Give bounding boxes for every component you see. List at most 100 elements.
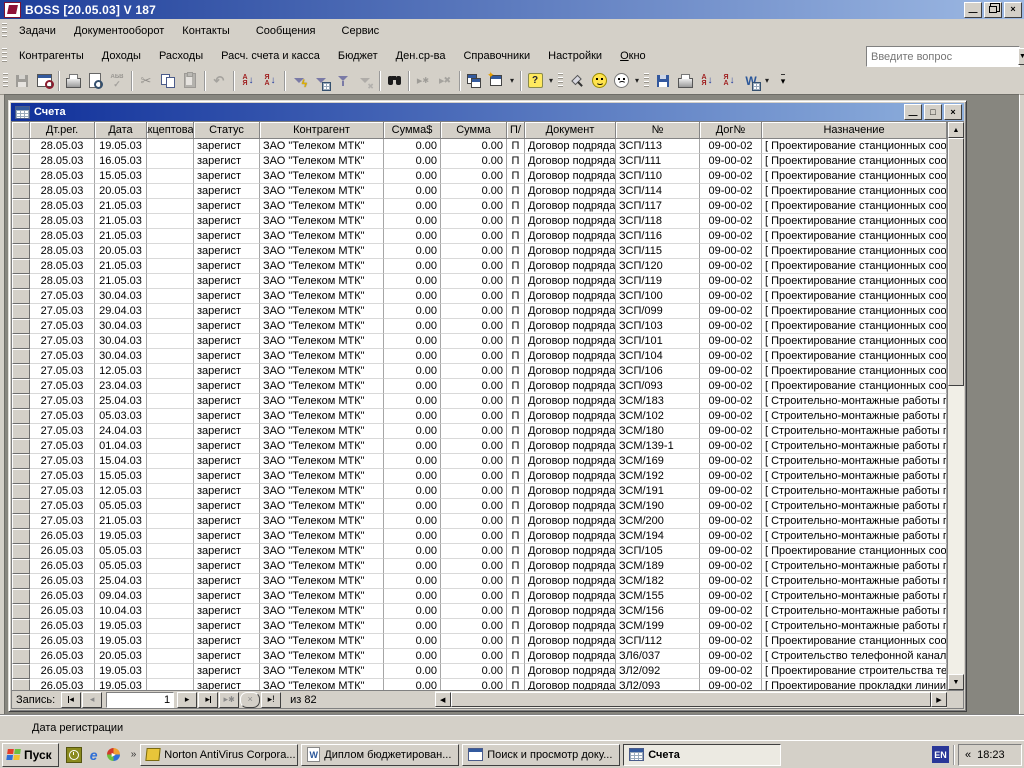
next-record-button[interactable]: ▸ xyxy=(177,692,197,708)
menu-item-2[interactable]: Доходы xyxy=(93,47,150,65)
table-row[interactable]: 28.05.0320.05.03зарегистЗАО "Телеком МТК… xyxy=(12,244,947,259)
filter-button[interactable] xyxy=(332,70,354,92)
tray-collapse-icon[interactable]: « xyxy=(965,749,971,761)
row-selector[interactable] xyxy=(12,574,30,589)
smiley-sad-button[interactable] xyxy=(610,70,632,92)
table-row[interactable]: 28.05.0321.05.03зарегистЗАО "Телеком МТК… xyxy=(12,274,947,289)
table-row[interactable]: 27.05.0305.05.03зарегистЗАО "Телеком МТК… xyxy=(12,499,947,514)
database-window-button[interactable] xyxy=(463,70,485,92)
vertical-scrollbar[interactable]: ▲ ▼ xyxy=(947,122,964,690)
save-secondary-button[interactable] xyxy=(652,70,674,92)
horizontal-scrollbar[interactable]: ◀ ▶ xyxy=(435,691,947,708)
toolbar-gripper[interactable] xyxy=(2,23,7,39)
menu-item-4[interactable]: Расч. счета и касса xyxy=(212,47,329,65)
table-row[interactable]: 27.05.0323.04.03зарегистЗАО "Телеком МТК… xyxy=(12,379,947,394)
row-selector[interactable] xyxy=(12,484,30,499)
row-selector[interactable] xyxy=(12,169,30,184)
word-export-button[interactable] xyxy=(740,70,762,92)
toolbar-gripper[interactable] xyxy=(3,73,8,89)
previous-record-button[interactable]: ◂ xyxy=(82,692,102,708)
row-selector[interactable] xyxy=(12,469,30,484)
menu-item-3[interactable]: Расходы xyxy=(150,47,212,65)
table-row[interactable]: 27.05.0315.04.03зарегистЗАО "Телеком МТК… xyxy=(12,454,947,469)
new-record-button[interactable]: ▸✱ xyxy=(219,692,239,708)
table-row[interactable]: 27.05.0312.05.03зарегистЗАО "Телеком МТК… xyxy=(12,364,947,379)
print-button[interactable] xyxy=(62,70,84,92)
filter-by-form-button[interactable] xyxy=(310,70,332,92)
cancel-record-icon[interactable]: × xyxy=(240,692,260,708)
first-record-button[interactable]: ◂ xyxy=(61,692,81,708)
spelling-button[interactable] xyxy=(106,70,128,92)
table-row[interactable]: 26.05.0319.05.03зарегистЗАО "Телеком МТК… xyxy=(12,529,947,544)
row-selector[interactable] xyxy=(12,394,30,409)
row-selector[interactable] xyxy=(12,439,30,454)
table-row[interactable]: 26.05.0325.04.03зарегистЗАО "Телеком МТК… xyxy=(12,574,947,589)
row-selector[interactable] xyxy=(12,214,30,229)
chevron-down-icon[interactable]: ▾ xyxy=(507,70,517,92)
media-player-icon[interactable] xyxy=(105,746,123,764)
table-row[interactable]: 28.05.0321.05.03зарегистЗАО "Телеком МТК… xyxy=(12,229,947,244)
toolbar-gripper[interactable] xyxy=(2,48,7,64)
scroll-up-icon[interactable]: ▲ xyxy=(948,122,964,138)
column-header-П/[interactable]: П/ xyxy=(507,122,525,139)
row-selector[interactable] xyxy=(12,649,30,664)
question-input[interactable] xyxy=(867,51,1017,63)
menu-item-2[interactable]: Документооборот xyxy=(65,22,173,40)
help-button[interactable] xyxy=(524,70,546,92)
language-indicator[interactable]: EN xyxy=(932,746,949,763)
scroll-down-icon[interactable]: ▼ xyxy=(948,674,964,690)
taskbar-task-grid[interactable]: Счета xyxy=(623,744,781,766)
remove-filter-button[interactable] xyxy=(354,70,376,92)
row-selector[interactable] xyxy=(12,154,30,169)
table-row[interactable]: 28.05.0319.05.03зарегистЗАО "Телеком МТК… xyxy=(12,139,947,154)
table-row[interactable]: 26.05.0319.05.03зарегистЗАО "Телеком МТК… xyxy=(12,619,947,634)
column-header-Дата[interactable]: Дата xyxy=(95,122,147,139)
clock-app-icon[interactable] xyxy=(65,746,83,764)
filter-by-selection-button[interactable] xyxy=(288,70,310,92)
copy-button[interactable] xyxy=(157,70,179,92)
paste-button[interactable] xyxy=(179,70,201,92)
table-row[interactable]: 27.05.0324.04.03зарегистЗАО "Телеком МТК… xyxy=(12,424,947,439)
table-row[interactable]: 26.05.0310.04.03зарегистЗАО "Телеком МТК… xyxy=(12,604,947,619)
row-selector[interactable] xyxy=(12,274,30,289)
new-record-button[interactable] xyxy=(412,70,434,92)
menu-item-6[interactable]: Ден.ср-ва xyxy=(387,47,455,65)
child-close-button[interactable]: × xyxy=(944,104,962,120)
column-header-Дог№[interactable]: Дог№ xyxy=(700,122,762,139)
row-selector[interactable] xyxy=(12,289,30,304)
menu-item-9[interactable]: Окно xyxy=(611,47,655,65)
record-number-input[interactable] xyxy=(106,692,174,708)
row-selector[interactable] xyxy=(12,514,30,529)
taskbar-task-doc[interactable]: Поиск и просмотр доку... xyxy=(462,744,620,766)
column-header-Контрагент[interactable]: Контрагент xyxy=(260,122,384,139)
sort-ascending-button[interactable] xyxy=(237,70,259,92)
column-header-selector[interactable] xyxy=(12,122,30,139)
row-selector[interactable] xyxy=(12,334,30,349)
row-selector[interactable] xyxy=(12,634,30,649)
row-selector[interactable] xyxy=(12,199,30,214)
row-selector[interactable] xyxy=(12,604,30,619)
sort-descending-button[interactable] xyxy=(259,70,281,92)
row-selector[interactable] xyxy=(12,499,30,514)
row-selector[interactable] xyxy=(12,259,30,274)
menu-item-7[interactable]: Справочники xyxy=(454,47,539,65)
table-row[interactable]: 27.05.0301.04.03зарегистЗАО "Телеком МТК… xyxy=(12,439,947,454)
toolbar-gripper[interactable] xyxy=(644,73,649,89)
go-record-button[interactable]: ▸! xyxy=(261,692,281,708)
table-row[interactable]: 26.05.0305.05.03зарегистЗАО "Телеком МТК… xyxy=(12,544,947,559)
row-selector[interactable] xyxy=(12,349,30,364)
table-row[interactable]: 27.05.0330.04.03зарегистЗАО "Телеком МТК… xyxy=(12,289,947,304)
chevron-down-icon[interactable]: ▾ xyxy=(546,70,556,92)
row-selector[interactable] xyxy=(12,424,30,439)
chevron-down-icon[interactable]: ▼ xyxy=(1018,48,1024,65)
close-button[interactable]: × xyxy=(1004,2,1022,18)
menu-item-5[interactable]: Сервис xyxy=(333,22,389,40)
row-selector[interactable] xyxy=(12,319,30,334)
row-selector[interactable] xyxy=(12,304,30,319)
menu-item-4[interactable]: Сообщения xyxy=(247,22,325,40)
child-minimize-button[interactable]: — xyxy=(904,104,922,120)
table-row[interactable]: 27.05.0330.04.03зарегистЗАО "Телеком МТК… xyxy=(12,334,947,349)
row-selector[interactable] xyxy=(12,364,30,379)
table-row[interactable]: 26.05.0319.05.03зарегистЗАО "Телеком МТК… xyxy=(12,634,947,649)
table-row[interactable]: 27.05.0329.04.03зарегистЗАО "Телеком МТК… xyxy=(12,304,947,319)
